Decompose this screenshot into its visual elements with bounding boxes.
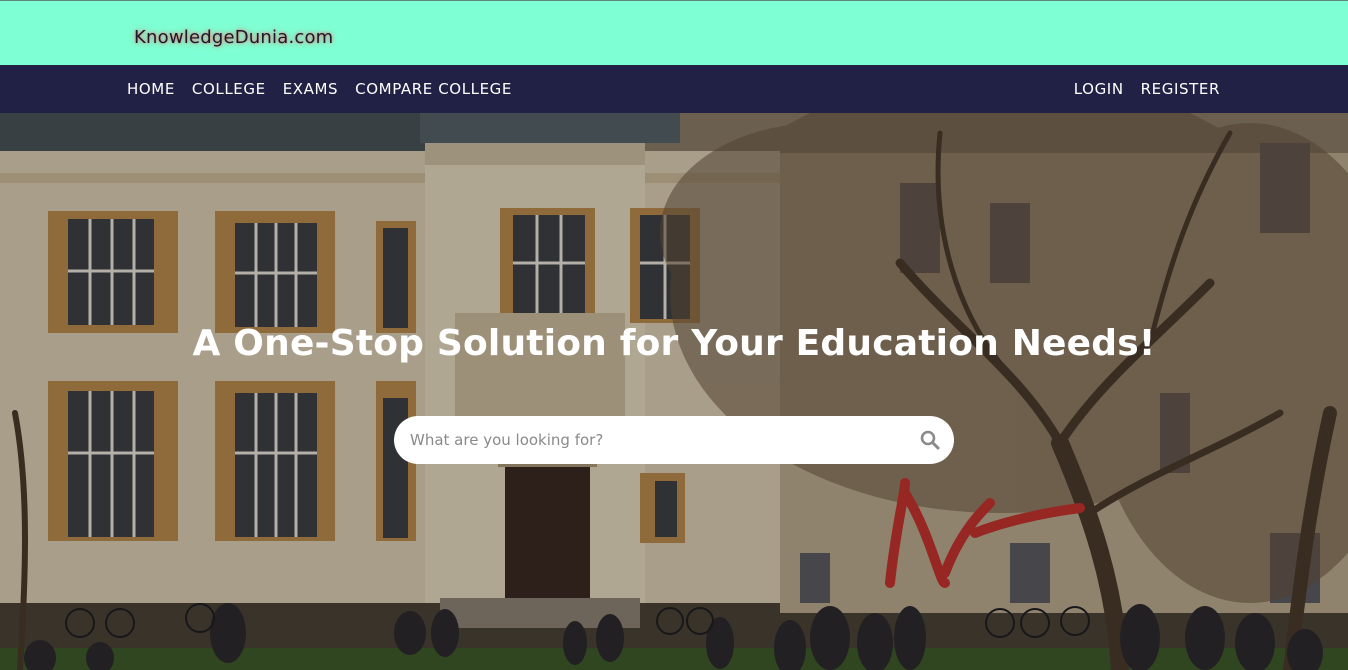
nav-home-link[interactable]: HOME [127, 80, 175, 98]
hero-section: A One-Stop Solution for Your Education N… [0, 113, 1348, 670]
search-input[interactable] [410, 431, 920, 449]
nav-college-link[interactable]: COLLEGE [192, 80, 266, 98]
nav-compare-college-link[interactable]: COMPARE COLLEGE [355, 80, 512, 98]
top-header: KnowledgeDunia.com [0, 0, 1348, 65]
hero-headline: A One-Stop Solution for Your Education N… [192, 323, 1156, 364]
site-logo[interactable]: KnowledgeDunia.com [134, 27, 333, 48]
register-link[interactable]: REGISTER [1141, 80, 1220, 98]
search-bar [394, 416, 954, 464]
hero-dark-overlay [0, 113, 1348, 670]
main-navbar: HOME COLLEGE EXAMS COMPARE COLLEGE LOGIN… [0, 65, 1348, 113]
login-link[interactable]: LOGIN [1074, 80, 1124, 98]
account-nav: LOGIN REGISTER [1074, 65, 1220, 113]
nav-exams-link[interactable]: EXAMS [283, 80, 338, 98]
search-icon[interactable] [920, 430, 940, 450]
primary-nav: HOME COLLEGE EXAMS COMPARE COLLEGE [127, 65, 529, 113]
